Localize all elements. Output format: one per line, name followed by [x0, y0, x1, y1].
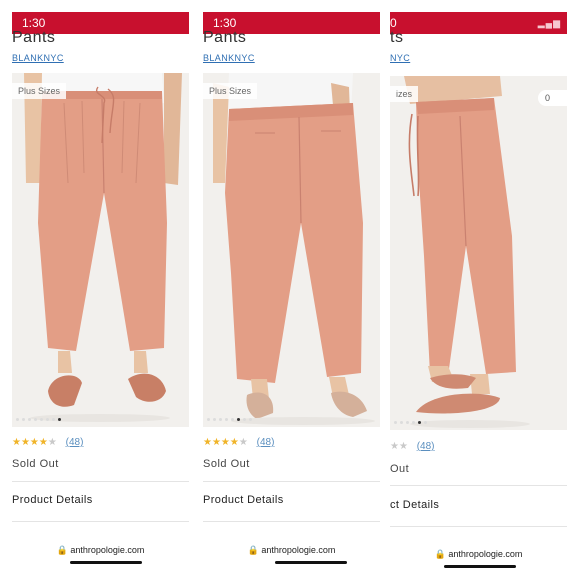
carousel-dot[interactable]: [394, 421, 397, 424]
screenshot-panel-3: 0 ▂▄▆ ts NYC izes 0 ★★ (48) Out ct Detai…: [390, 0, 580, 580]
carousel-dot[interactable]: [249, 418, 252, 421]
availability-status: Sold Out: [12, 458, 59, 470]
lock-icon: 🔒: [434, 549, 446, 559]
image-counter-badge: 0: [538, 90, 567, 106]
carousel-dot[interactable]: [225, 418, 228, 421]
url-text: anthropologie.com: [261, 545, 336, 555]
carousel-dot-active[interactable]: [58, 418, 61, 421]
divider: [203, 481, 380, 482]
divider: [12, 521, 189, 522]
carousel-dot[interactable]: [406, 421, 409, 424]
screenshot-panel-1: 1:30 Pants BLANKNYC Plus Sizes ★★★★★ (48…: [0, 0, 195, 580]
brand-link[interactable]: BLANKNYC: [203, 53, 255, 63]
carousel-dot-active[interactable]: [418, 421, 421, 424]
carousel-dot[interactable]: [52, 418, 55, 421]
browser-url[interactable]: 🔒 anthropologie.com: [203, 541, 380, 559]
carousel-dots[interactable]: [16, 418, 61, 421]
lock-icon: 🔒: [247, 545, 259, 555]
product-title: Pants: [203, 29, 247, 46]
plus-sizes-badge: Plus Sizes: [203, 83, 258, 99]
carousel-dots[interactable]: [207, 418, 252, 421]
plus-sizes-badge: izes: [390, 86, 419, 102]
carousel-dot[interactable]: [231, 418, 234, 421]
star-rating-icon: ★★★★★: [203, 437, 248, 448]
divider: [203, 521, 380, 522]
status-bar: 0 ▂▄▆: [390, 12, 567, 34]
availability-status: Out: [390, 463, 410, 475]
divider: [390, 485, 567, 486]
pants-photo-side: [390, 76, 567, 430]
product-title: Pants: [12, 29, 56, 46]
lock-icon: 🔒: [56, 545, 68, 555]
star-rating-icon: ★★★★★: [12, 437, 57, 448]
browser-url[interactable]: 🔒 anthropologie.com: [390, 545, 567, 563]
star-rating-icon: ★★: [390, 441, 408, 452]
carousel-dot[interactable]: [213, 418, 216, 421]
carousel-dot-active[interactable]: [237, 418, 240, 421]
carousel-dot[interactable]: [22, 418, 25, 421]
product-details-toggle[interactable]: Product Details: [12, 494, 93, 506]
carousel-dot[interactable]: [16, 418, 19, 421]
pants-photo-back: [203, 73, 380, 427]
pants-photo-front: [12, 73, 189, 427]
product-title: ts: [390, 29, 404, 46]
carousel-dot[interactable]: [412, 421, 415, 424]
review-count-link[interactable]: (48): [417, 441, 435, 452]
carousel-dot[interactable]: [28, 418, 31, 421]
signal-icon: ▂▄▆: [537, 18, 561, 28]
home-indicator[interactable]: [444, 565, 516, 568]
url-text: anthropologie.com: [448, 549, 523, 559]
carousel-dot[interactable]: [46, 418, 49, 421]
divider: [12, 481, 189, 482]
carousel-dot[interactable]: [34, 418, 37, 421]
divider: [390, 526, 567, 527]
carousel-dot[interactable]: [219, 418, 222, 421]
brand-link[interactable]: NYC: [390, 53, 410, 63]
home-indicator[interactable]: [275, 561, 347, 564]
rating[interactable]: ★★★★★ (48): [12, 437, 83, 448]
product-details-toggle[interactable]: Product Details: [203, 494, 284, 506]
carousel-dot[interactable]: [424, 421, 427, 424]
home-indicator[interactable]: [70, 561, 142, 564]
rating[interactable]: ★★★★★ (48): [203, 437, 274, 448]
plus-sizes-badge: Plus Sizes: [12, 83, 67, 99]
carousel-dot[interactable]: [243, 418, 246, 421]
rating[interactable]: ★★ (48): [390, 441, 435, 452]
product-details-toggle[interactable]: ct Details: [390, 499, 439, 511]
product-image[interactable]: Plus Sizes: [12, 73, 189, 427]
brand-link[interactable]: BLANKNYC: [12, 53, 64, 63]
url-text: anthropologie.com: [70, 545, 145, 555]
availability-status: Sold Out: [203, 458, 250, 470]
product-image[interactable]: izes 0: [390, 76, 567, 430]
product-image[interactable]: Plus Sizes: [203, 73, 380, 427]
carousel-dots[interactable]: [394, 421, 427, 424]
carousel-dot[interactable]: [40, 418, 43, 421]
review-count-link[interactable]: (48): [257, 437, 275, 448]
review-count-link[interactable]: (48): [66, 437, 84, 448]
screenshot-panel-2: 1:30 Pants BLANKNYC Plus Sizes ★★★★★ (48…: [195, 0, 390, 580]
browser-url[interactable]: 🔒 anthropologie.com: [12, 541, 189, 559]
carousel-dot[interactable]: [207, 418, 210, 421]
carousel-dot[interactable]: [400, 421, 403, 424]
